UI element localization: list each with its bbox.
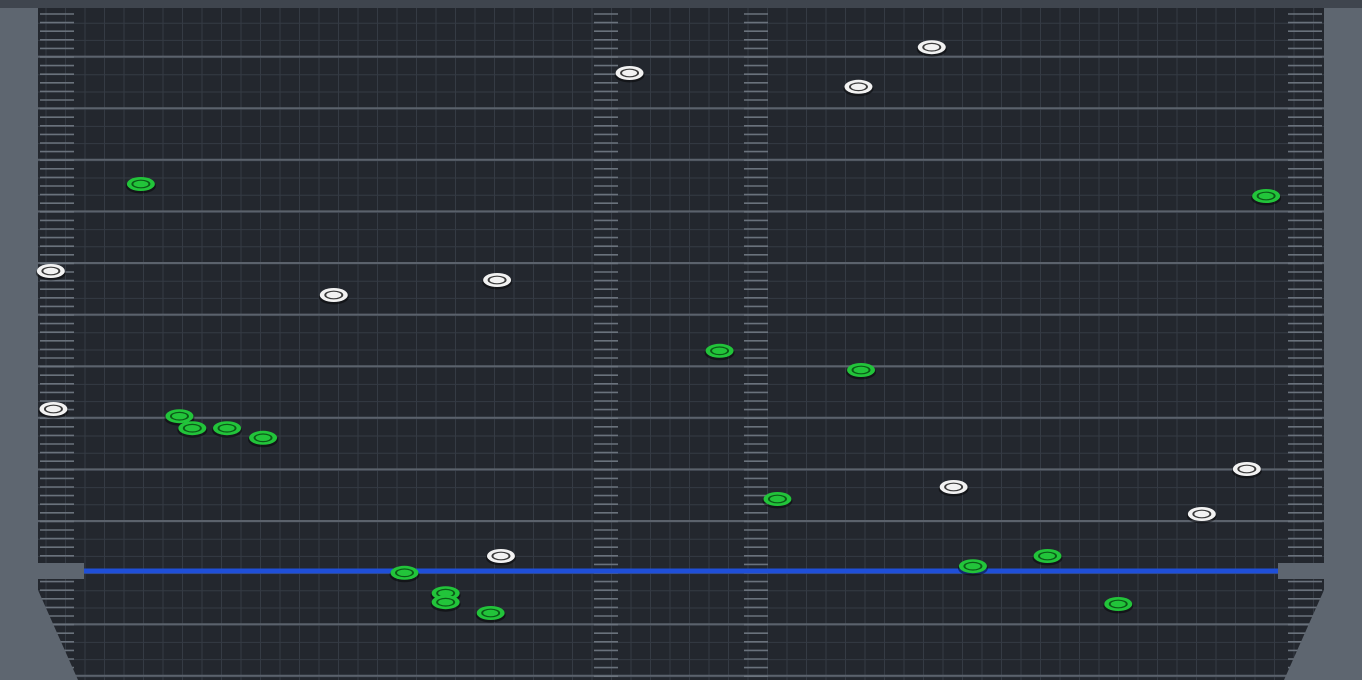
green-note-icon[interactable]	[125, 177, 156, 194]
green-note-icon[interactable]	[1103, 597, 1134, 614]
judgment-cap-left	[20, 563, 84, 579]
green-note-icon[interactable]	[1032, 549, 1063, 566]
green-note-icon[interactable]	[389, 565, 420, 583]
green-note-icon[interactable]	[704, 343, 735, 361]
note-core	[219, 425, 235, 432]
green-note-icon[interactable]	[177, 421, 208, 438]
judgment-line	[84, 568, 1278, 574]
green-note-icon[interactable]	[475, 606, 506, 623]
white-note-icon[interactable]	[938, 480, 969, 497]
note-core	[133, 180, 149, 188]
note-core	[255, 434, 271, 441]
white-note-icon[interactable]	[35, 264, 66, 281]
note-core	[43, 267, 59, 275]
white-note-icon[interactable]	[485, 549, 516, 566]
note-core	[171, 413, 187, 420]
note-core	[184, 425, 200, 432]
judgment-cap-right	[1278, 563, 1342, 579]
note-core	[438, 599, 454, 606]
green-note-icon[interactable]	[762, 492, 793, 509]
white-note-icon[interactable]	[482, 273, 513, 290]
note-core	[483, 609, 499, 617]
note-core	[45, 405, 61, 413]
green-note-icon[interactable]	[212, 421, 243, 438]
note-core	[489, 276, 505, 284]
note-playfield	[0, 0, 1362, 680]
note-core	[712, 347, 728, 354]
note-core	[965, 563, 981, 570]
green-note-icon[interactable]	[1251, 189, 1282, 206]
note-core	[850, 83, 866, 91]
note-core	[1040, 552, 1056, 560]
green-note-icon[interactable]	[846, 363, 877, 380]
note-core	[769, 495, 785, 503]
white-note-icon[interactable]	[318, 288, 349, 305]
white-note-icon[interactable]	[916, 40, 947, 57]
note-core	[622, 69, 638, 77]
note-core	[1258, 192, 1274, 200]
white-note-icon[interactable]	[614, 66, 645, 83]
white-note-icon[interactable]	[38, 402, 69, 419]
green-note-icon[interactable]	[430, 595, 461, 612]
note-core	[946, 483, 962, 491]
note-core	[397, 569, 413, 576]
note-core	[493, 552, 509, 560]
note-core	[326, 291, 342, 299]
white-note-icon[interactable]	[1231, 462, 1262, 479]
white-note-icon[interactable]	[843, 79, 874, 97]
game-stage	[0, 0, 1362, 680]
note-core	[924, 44, 940, 51]
note-core	[1239, 465, 1255, 473]
green-note-icon[interactable]	[957, 559, 988, 576]
note-core	[1110, 600, 1126, 608]
white-note-icon[interactable]	[1186, 507, 1217, 524]
note-core	[1194, 510, 1210, 518]
top-frame	[0, 0, 1362, 8]
note-core	[853, 366, 869, 374]
green-note-icon[interactable]	[248, 430, 279, 448]
